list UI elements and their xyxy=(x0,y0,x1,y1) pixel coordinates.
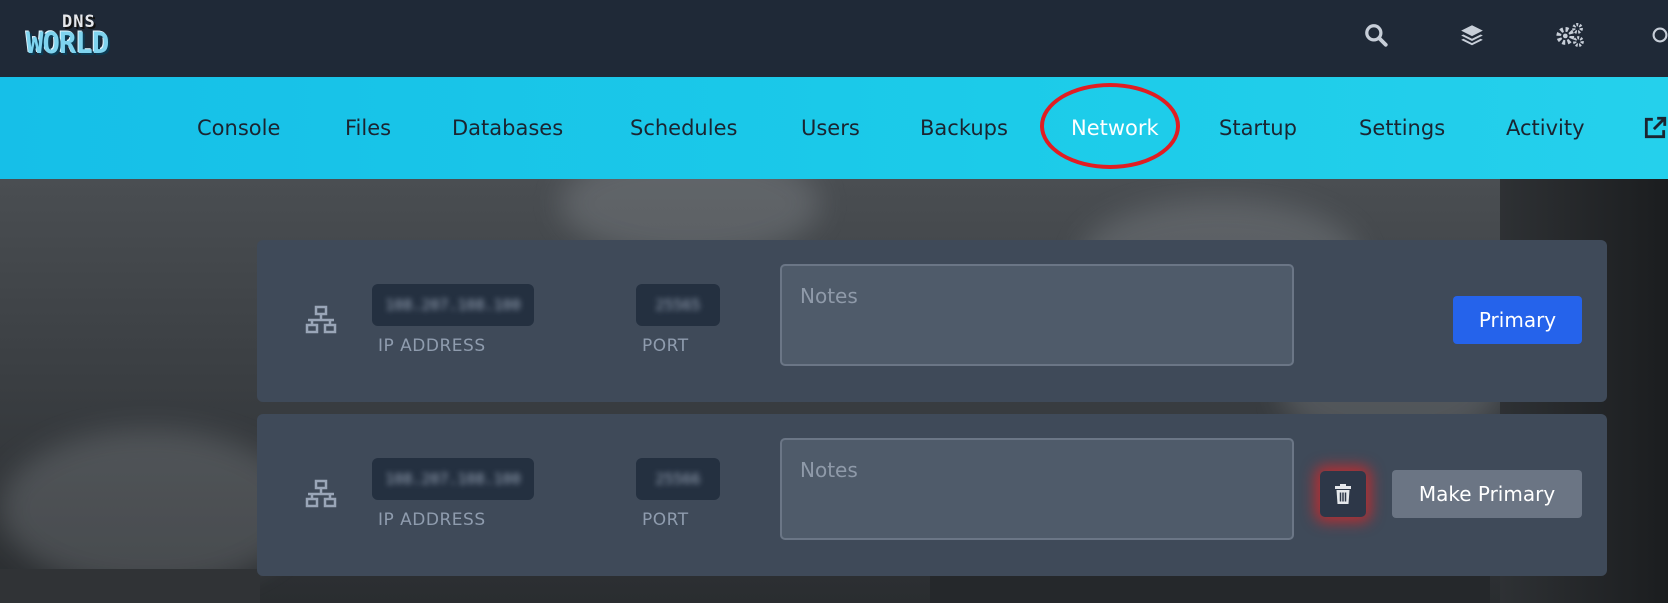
tab-network[interactable]: Network xyxy=(1071,77,1159,179)
make-primary-button[interactable]: Make Primary xyxy=(1392,470,1582,518)
port-label: PORT xyxy=(642,510,689,530)
account-icon[interactable] xyxy=(1652,20,1668,50)
port-text: 25565 xyxy=(655,296,701,314)
port-value[interactable]: 25566 xyxy=(636,458,720,500)
network-icon xyxy=(305,304,337,336)
tab-files[interactable]: Files xyxy=(345,77,391,179)
ip-address-value[interactable]: 108.207.108.100 xyxy=(372,458,534,500)
port-label: PORT xyxy=(642,336,689,356)
search-icon[interactable] xyxy=(1361,20,1391,50)
tab-console[interactable]: Console xyxy=(197,77,280,179)
tab-users[interactable]: Users xyxy=(801,77,860,179)
ip-address-text: 108.207.108.100 xyxy=(385,470,521,488)
server-nav: Console Files Databases Schedules Users … xyxy=(0,77,1668,179)
tab-databases[interactable]: Databases xyxy=(452,77,563,179)
allocation-card: 108.207.108.100 IP ADDRESS 25566 PORT Ma… xyxy=(257,414,1607,576)
trash-icon xyxy=(1335,484,1351,504)
tab-backups[interactable]: Backups xyxy=(920,77,1008,179)
notes-input[interactable] xyxy=(780,264,1294,366)
tab-settings[interactable]: Settings xyxy=(1359,77,1445,179)
port-text: 25566 xyxy=(655,470,701,488)
allocation-card: 108.207.108.100 IP ADDRESS 25565 PORT Pr… xyxy=(257,240,1607,402)
tab-activity[interactable]: Activity xyxy=(1506,77,1585,179)
delete-allocation-button[interactable] xyxy=(1320,471,1366,517)
ip-address-text: 108.207.108.100 xyxy=(385,296,521,314)
logo-line2: WORLD xyxy=(26,26,109,60)
tab-schedules[interactable]: Schedules xyxy=(630,77,737,179)
ip-address-label: IP ADDRESS xyxy=(378,336,486,356)
top-bar: DNS WORLD xyxy=(0,0,1668,77)
tab-startup[interactable]: Startup xyxy=(1219,77,1297,179)
port-value[interactable]: 25565 xyxy=(636,284,720,326)
network-icon xyxy=(305,478,337,510)
layers-icon[interactable] xyxy=(1457,20,1487,50)
ip-address-value[interactable]: 108.207.108.100 xyxy=(372,284,534,326)
ip-address-label: IP ADDRESS xyxy=(378,510,486,530)
cogs-icon[interactable] xyxy=(1555,20,1585,50)
notes-input[interactable] xyxy=(780,438,1294,540)
primary-button[interactable]: Primary xyxy=(1453,296,1582,344)
external-link-icon[interactable] xyxy=(1642,115,1668,141)
logo[interactable]: DNS WORLD xyxy=(26,12,150,60)
